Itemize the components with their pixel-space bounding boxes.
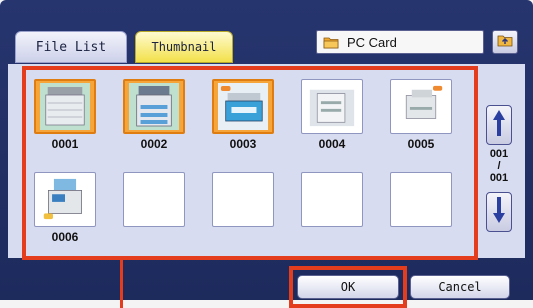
- folder-up-button[interactable]: [492, 30, 518, 54]
- source-selector[interactable]: PC Card: [316, 30, 484, 54]
- page-down-button[interactable]: [486, 192, 512, 232]
- source-label: PC Card: [347, 34, 397, 50]
- tab-file-list[interactable]: File List: [15, 31, 127, 63]
- folder-up-icon: [497, 33, 513, 52]
- page-up-button[interactable]: [486, 105, 512, 145]
- folder-icon: [323, 35, 339, 49]
- callout-line: [120, 258, 123, 308]
- arrow-up-icon: [491, 108, 507, 143]
- page-indicator: 001 / 001: [485, 148, 513, 184]
- thumbnail-highlight-frame: [22, 66, 478, 260]
- arrow-down-icon: [491, 195, 507, 230]
- total-pages: 001: [489, 172, 509, 184]
- ok-highlight-frame: [289, 266, 407, 308]
- current-page: 001: [489, 148, 509, 160]
- tab-thumbnail[interactable]: Thumbnail: [135, 31, 233, 63]
- cancel-button[interactable]: Cancel: [410, 275, 510, 299]
- page-separator: /: [497, 160, 501, 172]
